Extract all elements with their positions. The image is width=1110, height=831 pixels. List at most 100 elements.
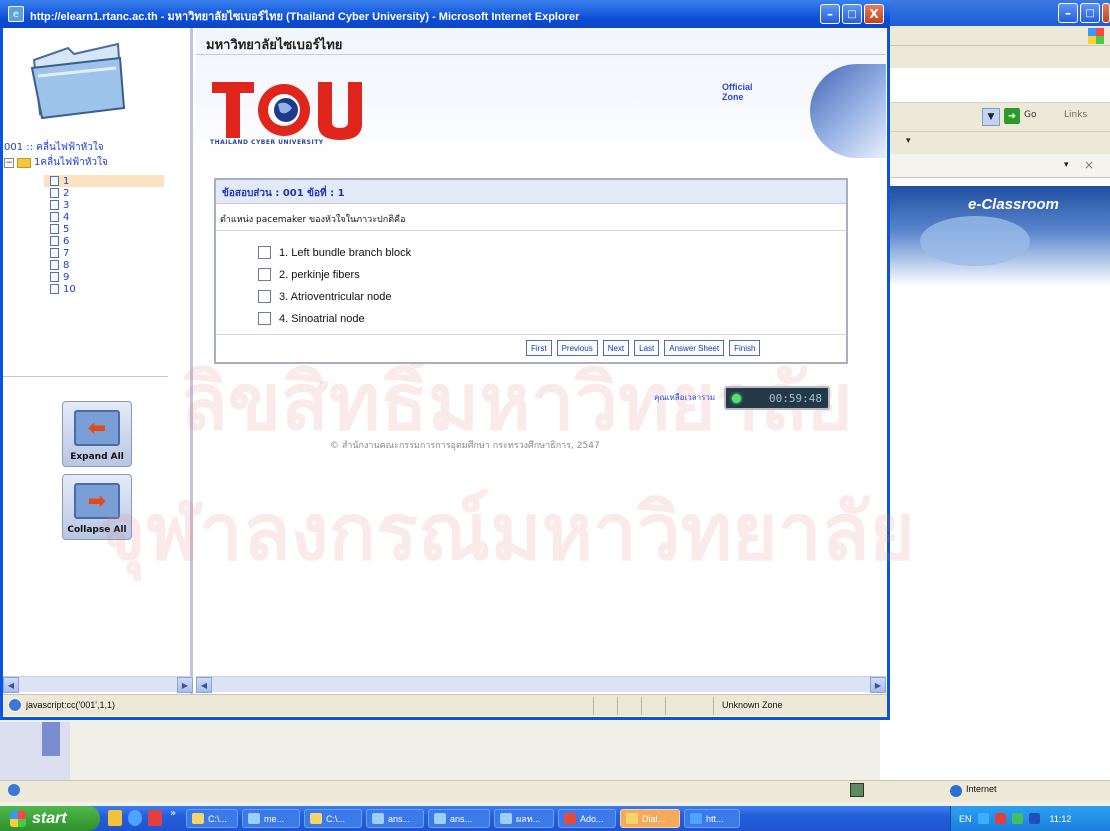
- maximize-button[interactable]: □: [842, 4, 862, 24]
- bg-menubar: [880, 26, 1110, 46]
- first-button[interactable]: First: [526, 340, 552, 356]
- official-zone-label: Official Zone: [722, 82, 753, 102]
- bg-close-button[interactable]: [1102, 3, 1110, 23]
- network-icon: [850, 783, 864, 797]
- tree-item-label: 7: [63, 247, 70, 259]
- close-button[interactable]: X: [864, 4, 884, 24]
- windows-logo-icon: [1088, 28, 1104, 44]
- taskbar-button[interactable]: C:\...: [186, 809, 238, 828]
- tree-item[interactable]: 10: [50, 283, 190, 295]
- tree-folder-label: 1คลื่นไฟฟ้าหัวใจ: [34, 157, 108, 168]
- zone-line: Zone: [722, 92, 744, 102]
- tray-icon[interactable]: [1011, 813, 1023, 824]
- scroll-right-icon[interactable]: ▶: [177, 677, 193, 693]
- tree-item[interactable]: 4: [50, 211, 190, 223]
- folder-icon: [17, 157, 31, 168]
- checkbox[interactable]: [258, 268, 271, 281]
- taskbar-button[interactable]: C:\...: [304, 809, 362, 828]
- answer-option[interactable]: 4. Sinoatrial node: [258, 312, 365, 325]
- page-icon: [8, 698, 22, 712]
- tree-folder-row[interactable]: − 1คลื่นไฟฟ้าหัวใจ: [4, 155, 108, 170]
- bg-maximize-button[interactable]: □: [1080, 3, 1100, 23]
- left-horizontal-scrollbar[interactable]: ◀ ▶: [3, 676, 193, 693]
- course-tree-pane: [3, 28, 193, 694]
- tree-item-label: 6: [63, 235, 70, 247]
- taskbar-button[interactable]: htt...: [684, 809, 740, 828]
- eclassroom-title: e-Classroom: [968, 196, 1059, 213]
- collapse-minus-icon[interactable]: −: [4, 157, 14, 168]
- bg-tab-bar: [880, 154, 1110, 178]
- official-line: Official: [722, 82, 753, 92]
- internet-zone: Internet: [966, 784, 997, 794]
- taskbar-button-active[interactable]: Dial...: [620, 809, 680, 828]
- taskbar-button[interactable]: Ado...: [558, 809, 616, 828]
- close-icon[interactable]: ×: [1084, 158, 1094, 172]
- expand-all-button[interactable]: ⬅ Expand All: [62, 401, 132, 467]
- tree-item[interactable]: 3: [50, 199, 190, 211]
- tree-item-list: 1 2 3 4 5 6 7 8 9 10: [44, 175, 190, 295]
- minimize-button[interactable]: –: [820, 4, 840, 24]
- taskbar-button[interactable]: ans...: [428, 809, 490, 828]
- document-icon: [50, 260, 59, 270]
- document-icon: [50, 176, 59, 186]
- quicklaunch-icon[interactable]: [148, 810, 162, 826]
- clock: 11:12: [1049, 813, 1072, 824]
- tree-item-label: 1: [63, 175, 70, 187]
- go-arrow-icon[interactable]: ➜: [1004, 108, 1020, 124]
- tray-icon[interactable]: [977, 813, 989, 824]
- scroll-left-icon[interactable]: ◀: [3, 677, 19, 693]
- quicklaunch-icon[interactable]: [108, 810, 122, 826]
- windows-flag-icon: [10, 810, 26, 827]
- previous-button[interactable]: Previous: [556, 340, 598, 356]
- go-button[interactable]: Go: [1024, 110, 1036, 120]
- bg-minimize-button[interactable]: –: [1058, 3, 1078, 23]
- checkbox[interactable]: [258, 290, 271, 303]
- tree-item[interactable]: 8: [50, 259, 190, 271]
- tree-item[interactable]: 1: [44, 175, 164, 187]
- security-zone: Unknown Zone: [722, 700, 783, 710]
- tree-item[interactable]: 2: [50, 187, 190, 199]
- scroll-right-icon[interactable]: ▶: [870, 677, 886, 693]
- language-indicator[interactable]: EN: [959, 814, 972, 824]
- chevron-down-icon[interactable]: ▾: [906, 136, 911, 146]
- tree-item[interactable]: 6: [50, 235, 190, 247]
- checkbox[interactable]: [258, 246, 271, 259]
- scroll-left-icon[interactable]: ◀: [196, 677, 212, 693]
- answer-option[interactable]: 3. Atrioventricular node: [258, 290, 392, 303]
- divider: [196, 54, 886, 55]
- taskbar-button[interactable]: ผลท...: [494, 809, 554, 828]
- next-button[interactable]: Next: [602, 340, 630, 356]
- tree-item-label: 5: [63, 223, 70, 235]
- tree-item[interactable]: 9: [50, 271, 190, 283]
- document-icon: [50, 284, 59, 294]
- chevron-down-icon[interactable]: ▾: [1064, 160, 1069, 170]
- finish-button[interactable]: Finish: [729, 340, 761, 356]
- checkbox[interactable]: [258, 312, 271, 325]
- start-label: start: [32, 809, 67, 827]
- divider: [3, 376, 168, 377]
- taskbar-button[interactable]: me...: [242, 809, 300, 828]
- content-horizontal-scrollbar[interactable]: ◀ ▶: [196, 676, 886, 693]
- ie-quicklaunch-icon[interactable]: [128, 810, 142, 826]
- tree-item-label: 10: [63, 283, 76, 295]
- tree-root-label[interactable]: 001 :: คลื่นไฟฟ้าหัวใจ: [4, 140, 104, 155]
- start-button[interactable]: start: [0, 806, 100, 831]
- answer-option[interactable]: 1. Left bundle branch block: [258, 246, 411, 259]
- last-button[interactable]: Last: [634, 340, 660, 356]
- tray-icon[interactable]: [994, 813, 1006, 824]
- chevron-down-icon[interactable]: ▼: [982, 108, 1000, 126]
- document-icon: [50, 224, 59, 234]
- tree-item[interactable]: 7: [50, 247, 190, 259]
- document-icon: [50, 200, 59, 210]
- chevron-icon[interactable]: »: [170, 808, 176, 819]
- expand-all-label: Expand All: [70, 452, 124, 462]
- answer-label: 1. Left bundle branch block: [279, 246, 412, 259]
- tray-icon[interactable]: [1028, 813, 1040, 824]
- links-button[interactable]: Links: [1064, 110, 1087, 120]
- answer-sheet-button[interactable]: Answer Sheet: [664, 340, 725, 356]
- tree-item[interactable]: 5: [50, 223, 190, 235]
- tree-item-label: 2: [63, 187, 70, 199]
- document-icon: [50, 212, 59, 222]
- answer-option[interactable]: 2. perkinje fibers: [258, 268, 360, 281]
- taskbar-button[interactable]: ans...: [366, 809, 424, 828]
